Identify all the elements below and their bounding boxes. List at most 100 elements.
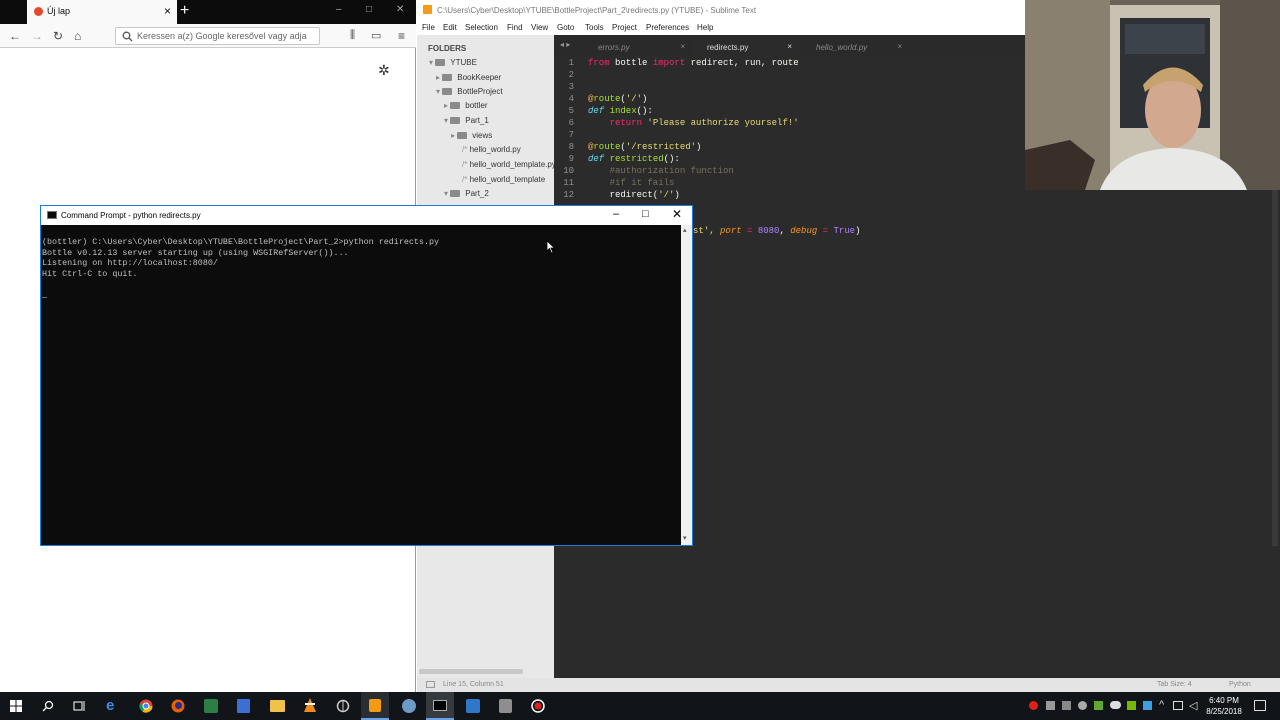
task-view-icon[interactable] [73,700,86,712]
taskbar-sublime-active[interactable] [361,692,389,720]
status-tab-size[interactable]: Tab Size: 4 [1157,681,1192,688]
sync-icon[interactable] [336,699,350,713]
tab-redirects[interactable]: redirects.py × [693,38,798,56]
folder-icon[interactable] [270,700,285,712]
menu-file[interactable]: File [422,23,435,32]
scroll-up-icon[interactable]: ▴ [683,226,687,234]
cmd-titlebar[interactable]: Command Prompt - python redirects.py – □… [41,206,692,225]
firefox-icon[interactable] [171,699,185,713]
line-number: 10 [563,166,574,176]
record-icon[interactable] [531,699,545,713]
firefox-tab[interactable]: Új lap × [27,0,177,24]
tray-icon[interactable] [1143,701,1152,710]
tree-item-ytube[interactable]: ▾ YTUBE [429,58,477,67]
nvidia-icon[interactable] [1127,701,1136,710]
url-bar[interactable]: Keressen a(z) Google keresővel vagy adja [115,27,320,45]
menu-preferences[interactable]: Preferences [646,23,689,32]
line-number: 8 [568,142,574,152]
sidebar-icon[interactable]: ▭ [371,29,381,42]
search-icon [122,31,133,42]
vlc-icon[interactable] [303,698,317,713]
minimize-icon[interactable]: – [613,208,619,220]
clock[interactable]: 6:40 PM 8/25/2018 [1200,695,1248,717]
menu-view[interactable]: View [531,23,548,32]
maximize-icon[interactable]: □ [366,4,372,15]
tray-icon[interactable] [1046,701,1055,710]
tray-icon[interactable] [1062,701,1071,710]
tree-item-bottler[interactable]: ▸ bottler [444,101,487,110]
tray-icon[interactable] [1078,701,1087,710]
tree-label: hello_world.py [469,145,521,154]
code-line-1: from bottle import redirect, run, route [588,58,799,68]
menu-project[interactable]: Project [612,23,637,32]
tree-item-part1[interactable]: ▾ Part_1 [444,116,489,125]
cloud-icon[interactable] [1110,701,1121,709]
windows-start-icon[interactable] [10,700,22,712]
edge-icon[interactable]: e [106,697,114,714]
menu-edit[interactable]: Edit [443,23,457,32]
tree-item-views[interactable]: ▸ views [451,131,492,140]
close-icon[interactable]: × [787,42,792,51]
sublime-titlebar: C:\Users\Cyber\Desktop\YTUBE\BottleProje… [416,0,1025,20]
menu-selection[interactable]: Selection [465,23,498,32]
tree-item-bottleproject[interactable]: ▾ BottleProject [436,87,503,96]
stack-icon[interactable] [499,699,512,713]
clock-time: 6:40 PM [1209,696,1239,705]
menu-help[interactable]: Help [697,23,713,32]
mouse-pointer-icon [546,240,556,254]
maximize-icon[interactable]: □ [642,208,649,220]
tree-item-hello-world-template-py[interactable]: /* hello_world_template.py [462,160,554,169]
chrome-icon[interactable] [139,699,153,713]
back-icon[interactable]: ← [9,29,21,43]
app-icon[interactable] [204,699,218,713]
network-settings-icon[interactable] [402,699,416,713]
cmd-scrollbar[interactable]: ▴ ▾ [681,225,692,545]
gear-icon[interactable]: ✲ [378,62,390,79]
cmd-output[interactable]: (bottler) C:\Users\Cyber\Desktop\YTUBE\B… [41,225,681,545]
sidebar-scrollbar[interactable] [419,669,523,674]
scroll-down-icon[interactable]: ▾ [683,534,687,542]
record-tray-icon[interactable] [1029,701,1038,710]
vs-code-icon[interactable] [466,699,480,713]
tree-item-hello-world-template[interactable]: /* hello_world_template [462,175,554,184]
tree-item-part2[interactable]: ▾ Part_2 [444,189,489,198]
close-icon[interactable]: × [897,42,902,51]
status-syntax[interactable]: Python [1229,681,1251,688]
network-icon[interactable] [1173,701,1183,710]
code-token: debug [790,226,818,236]
new-tab-icon[interactable]: + [180,2,189,20]
tab-hello-world[interactable]: hello_world.py × [802,38,908,56]
close-icon[interactable]: ✕ [396,4,404,15]
reload-icon[interactable]: ↻ [53,29,63,43]
tree-item-hello-world[interactable]: /* hello_world.py [462,145,521,154]
editor-scrollbar[interactable] [1272,190,1278,546]
line-number: 6 [568,118,574,128]
menu-tools[interactable]: Tools [585,23,604,32]
notification-icon[interactable] [1254,700,1266,711]
home-icon[interactable]: ⌂ [74,29,81,43]
sublime-logo-icon [423,5,432,14]
save-icon[interactable] [237,699,250,713]
close-icon[interactable]: ✕ [672,207,682,221]
minimize-icon[interactable]: – [336,4,342,15]
code-token: = [817,226,834,236]
volume-icon[interactable]: ◁ [1189,699,1197,712]
menu-goto[interactable]: Goto [557,23,574,32]
tab-nav-icon[interactable]: ◂ ▸ [560,40,570,49]
search-icon[interactable] [42,700,54,712]
menu-find[interactable]: Find [507,23,523,32]
menu-icon[interactable]: ≡ [398,29,405,43]
library-icon[interactable]: ⫼ [350,29,355,42]
taskbar-cmd-active[interactable] [426,692,454,720]
panel-toggle-icon[interactable] [426,681,435,688]
tree-item-bookkeeper[interactable]: ▸ BookKeeper [436,73,501,82]
code-line-12: redirect('/') [588,190,680,200]
tray-icon[interactable] [1094,701,1103,710]
tree-label: YTUBE [450,58,477,67]
close-icon[interactable]: × [680,42,685,51]
status-position: Line 15, Column 51 [443,681,504,688]
forward-icon[interactable]: → [31,29,43,43]
chevron-up-icon[interactable]: ^ [1159,699,1164,711]
tab-errors[interactable]: errors.py × [588,38,691,56]
close-tab-icon[interactable]: × [164,4,171,18]
